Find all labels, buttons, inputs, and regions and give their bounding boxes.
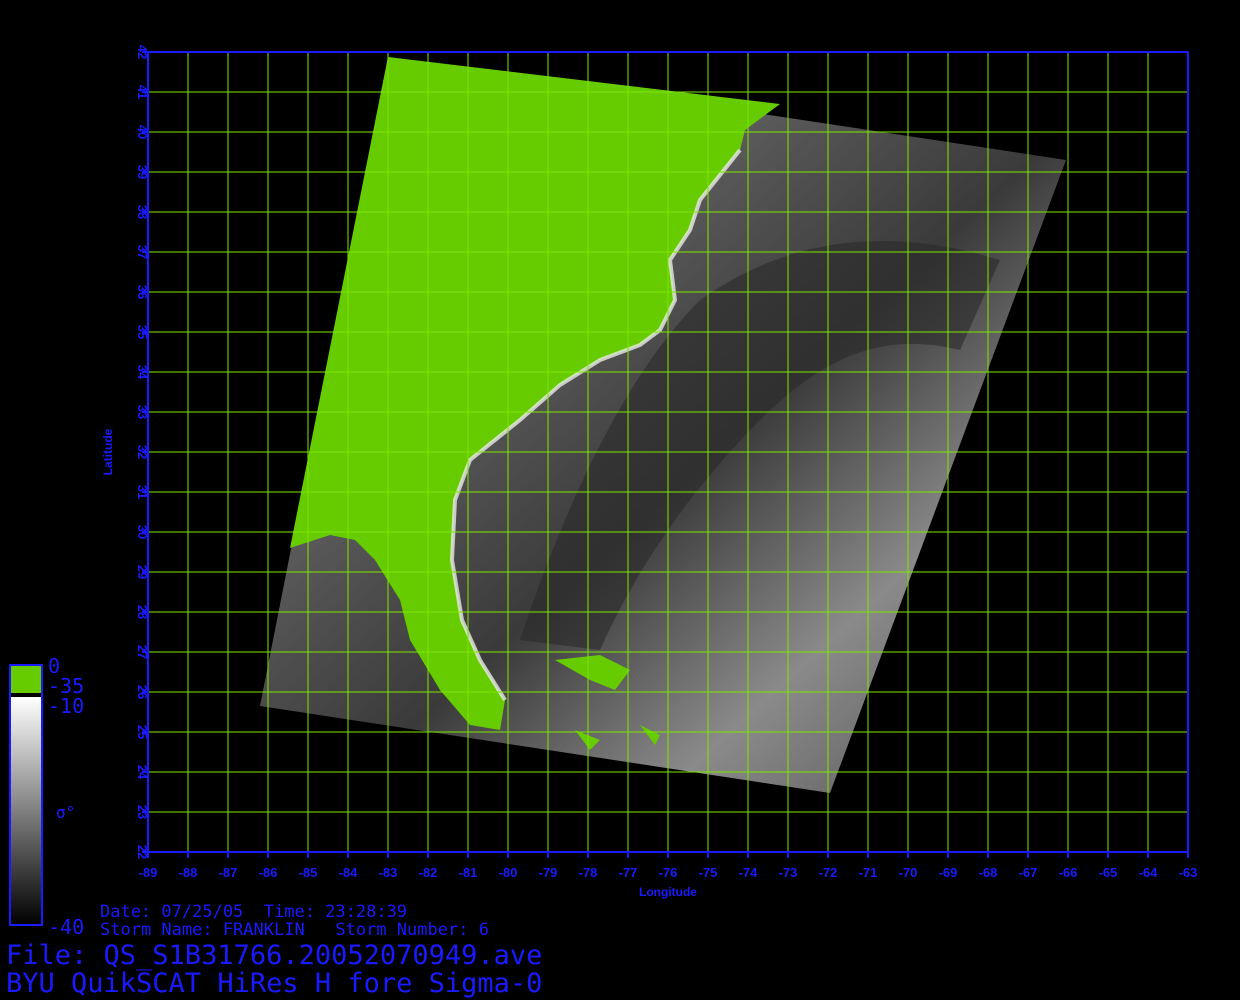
lat-tick-label: 42 [135, 45, 150, 59]
lat-tick-label: 25 [135, 725, 150, 739]
lon-tick-label: -78 [579, 865, 598, 880]
lat-tick-label: 24 [135, 765, 150, 780]
lon-tick-label: -71 [859, 865, 878, 880]
colorbar-label-top: 0 [48, 654, 61, 678]
lon-tick-label: -81 [459, 865, 478, 880]
lon-tick-label: -65 [1099, 865, 1118, 880]
lat-tick-label: 38 [135, 205, 150, 219]
lat-tick-label: 33 [135, 405, 150, 419]
longitude-tick-labels: -89 -88 -87 -86 -85 -84 -83 -82 -81 -80 -79 -78 -77 -… [139, 865, 1198, 880]
lon-tick-label: -64 [1139, 865, 1159, 880]
lon-tick-label: -70 [899, 865, 918, 880]
lon-tick-label: -73 [779, 865, 798, 880]
storm-info-line: Storm Name: FRANKLIN Storm Number: 6 [100, 920, 489, 940]
lon-tick-label: -82 [419, 865, 438, 880]
y-axis-label: Latitude [101, 428, 115, 475]
lon-tick-label: -84 [339, 865, 359, 880]
lat-tick-label: 40 [135, 125, 150, 139]
latitude-tick-labels: 22 23 24 25 26 27 28 29 30 31 32 33 34 35 36 37 38 39 40 41… [135, 45, 150, 859]
lat-tick-label: 28 [135, 605, 150, 619]
product-title-line: BYU QuikSCAT HiRes H fore Sigma-0 [6, 968, 543, 999]
lat-lon-grid [147, 51, 1189, 853]
lon-tick-label: -88 [179, 865, 198, 880]
lon-tick-label: -72 [819, 865, 838, 880]
lon-tick-label: -79 [539, 865, 558, 880]
lon-tick-label: -68 [979, 865, 998, 880]
lat-tick-label: 34 [135, 365, 150, 380]
lat-tick-label: 37 [135, 245, 150, 259]
lon-tick-label: -89 [139, 865, 158, 880]
lat-tick-label: 36 [135, 285, 150, 299]
date-time-line: Date: 07/25/05 Time: 23:28:39 [100, 902, 408, 922]
lon-tick-label: -85 [299, 865, 318, 880]
lon-tick-label: -77 [619, 865, 638, 880]
lat-tick-label: 39 [135, 165, 150, 179]
lat-tick-label: 30 [135, 525, 150, 539]
lat-tick-label: 29 [135, 565, 150, 579]
scatterometer-map: -89 -88 -87 -86 -85 -84 -83 -82 -81 -80 -79 -78 -77 -… [9, 45, 1198, 926]
lat-tick-label: 22 [135, 845, 150, 859]
colorbar-symbol: σ° [56, 803, 76, 822]
lon-tick-label: -80 [499, 865, 518, 880]
x-axis-label: Longitude [639, 885, 697, 899]
lat-tick-label: 23 [135, 805, 150, 819]
colorbar-land-swatch [10, 665, 42, 693]
lat-tick-label: 27 [135, 645, 150, 659]
lon-tick-label: -74 [739, 865, 759, 880]
lon-tick-label: -87 [219, 865, 238, 880]
lon-tick-label: -69 [939, 865, 958, 880]
lat-tick-label: 31 [135, 485, 150, 499]
lat-tick-label: 32 [135, 445, 150, 459]
lat-tick-label: 41 [135, 85, 150, 99]
lon-tick-label: -63 [1179, 865, 1198, 880]
colorbar-label-ocean-high: -10 [48, 694, 85, 718]
colorbar-label-land-low: -35 [48, 674, 85, 698]
lon-tick-label: -66 [1059, 865, 1078, 880]
lon-tick-label: -76 [659, 865, 678, 880]
colorbar-gradient [10, 697, 42, 925]
lat-tick-label: 35 [135, 325, 150, 339]
lon-tick-label: -75 [699, 865, 718, 880]
lon-tick-label: -67 [1019, 865, 1038, 880]
file-name-line: File: QS_S1B31766.20052070949.ave [6, 940, 543, 971]
lon-tick-label: -83 [379, 865, 398, 880]
lon-tick-label: -86 [259, 865, 278, 880]
lat-tick-label: 26 [135, 685, 150, 699]
colorbar-label-bottom: -40 [48, 915, 85, 939]
